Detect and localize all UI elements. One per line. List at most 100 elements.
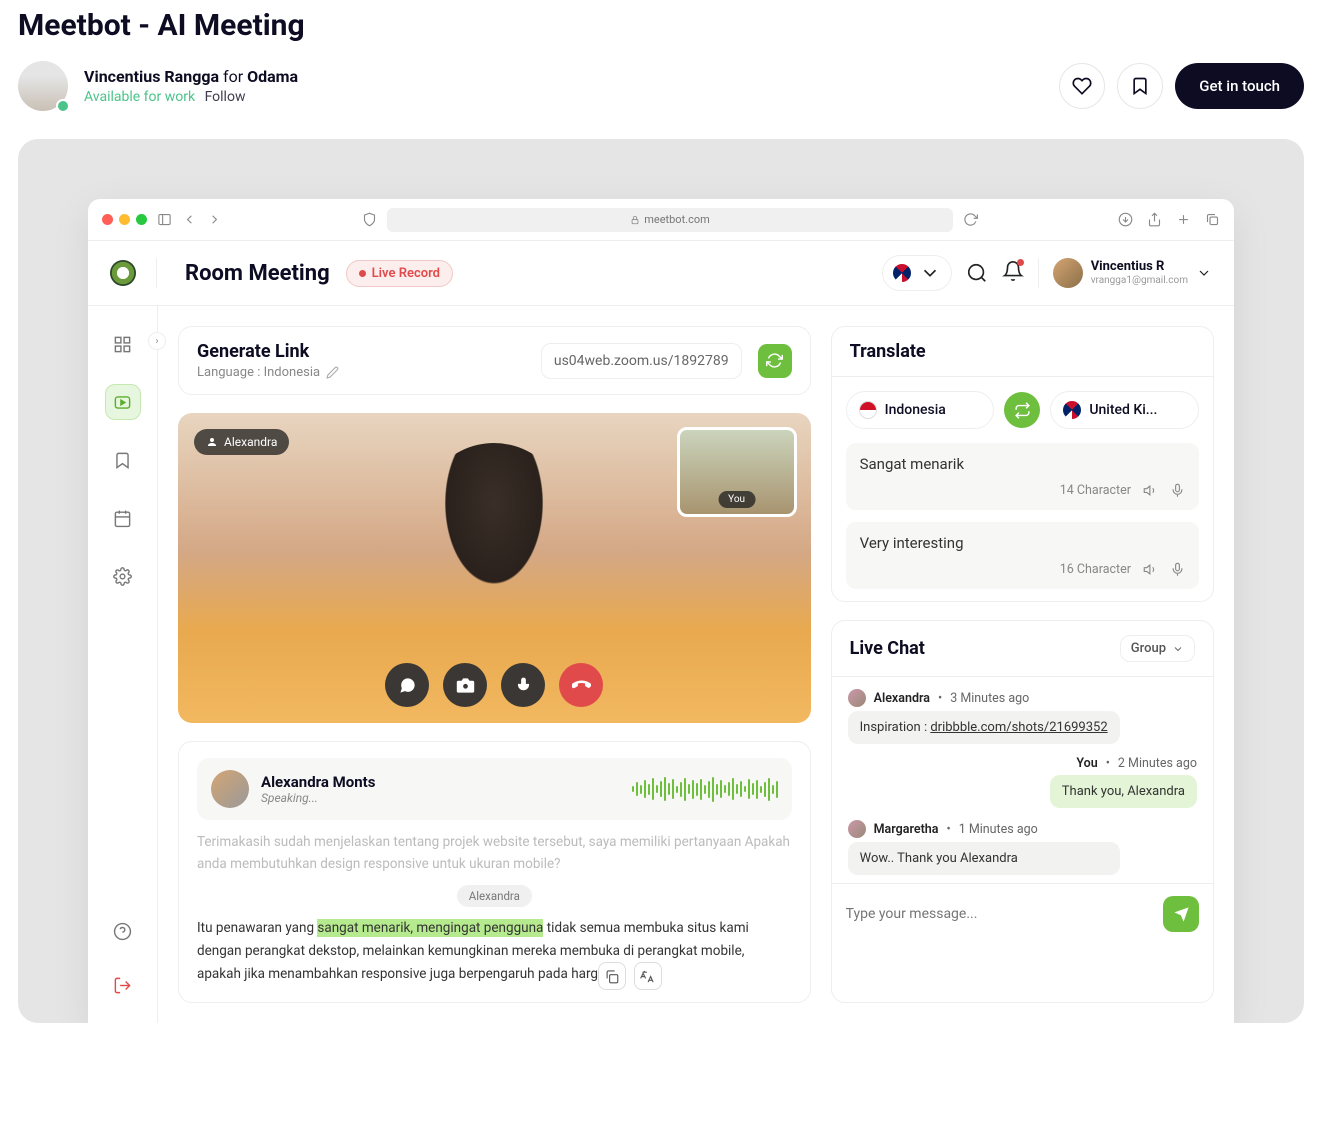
author-row: Vincentius Rangga for Odama Available fo…: [18, 61, 1304, 111]
msg-avatar: [848, 820, 866, 838]
page-title: Meetbot - AI Meeting: [18, 8, 1304, 43]
regenerate-button[interactable]: [758, 344, 792, 378]
nav-calendar[interactable]: [105, 500, 141, 536]
availability-badge[interactable]: Available for work: [84, 89, 195, 105]
heart-icon: [1072, 76, 1092, 96]
nav-forward-icon[interactable]: [207, 212, 222, 227]
download-icon[interactable]: [1118, 212, 1133, 227]
nav-dashboard[interactable]: [105, 326, 141, 362]
follow-link[interactable]: Follow: [205, 89, 246, 105]
swap-languages-button[interactable]: [1004, 392, 1040, 428]
highlight[interactable]: sangat menarik, mengingat pengguna: [317, 919, 543, 937]
traffic-lights[interactable]: [102, 214, 147, 225]
chat-input[interactable]: [846, 906, 1153, 922]
chat-scope-selector[interactable]: Group: [1120, 635, 1195, 662]
msg-avatar: [848, 689, 866, 707]
nav-back-icon[interactable]: [182, 212, 197, 227]
grid-icon: [113, 335, 132, 354]
chat-message-self: You•2 Minutes ago Thank you, Alexandra: [848, 756, 1197, 808]
chevron-down-icon: [1172, 643, 1184, 655]
author-team[interactable]: Odama: [247, 67, 298, 86]
user-menu[interactable]: Vincentius R vrangga1@gmail.com: [1053, 258, 1212, 288]
person-icon: [206, 436, 218, 448]
translate-title: Translate: [832, 327, 1213, 377]
speaker-icon[interactable]: [1143, 483, 1158, 498]
nav-logout[interactable]: [105, 967, 141, 1003]
transcript-current: Itu penawaran yang sangat menarik, mengi…: [197, 917, 792, 986]
translate-button[interactable]: [634, 962, 662, 990]
chevron-down-icon: [1196, 265, 1212, 281]
generate-language: Language : Indonesia: [197, 365, 320, 380]
side-rail: ›: [88, 306, 158, 1023]
copy-button[interactable]: [598, 962, 626, 990]
flag-uk-icon: [1063, 401, 1081, 419]
mic-icon[interactable]: [1170, 483, 1185, 498]
new-tab-icon[interactable]: [1176, 212, 1191, 227]
online-dot: [56, 99, 70, 113]
logout-icon: [113, 976, 132, 995]
chevron-down-icon: [919, 262, 941, 284]
like-button[interactable]: [1059, 63, 1105, 109]
browser-chrome: meetbot.com: [88, 199, 1234, 241]
sync-icon: [766, 352, 783, 369]
play-icon: [113, 393, 132, 412]
mic-control[interactable]: [501, 663, 545, 707]
shield-icon[interactable]: [362, 212, 377, 227]
nav-bookmarks[interactable]: [105, 442, 141, 478]
sidebar-toggle-icon[interactable]: [157, 212, 172, 227]
translate-from[interactable]: Indonesia: [846, 391, 995, 429]
author-name-line: Vincentius Rangga for Odama: [84, 67, 298, 86]
camera-icon: [456, 676, 475, 695]
chat-input-row: [832, 883, 1213, 944]
tabs-icon[interactable]: [1205, 212, 1220, 227]
end-call-control[interactable]: [559, 663, 603, 707]
browser-window: meetbot.com Room Meeting Live Record: [88, 199, 1234, 1023]
mic-icon[interactable]: [1170, 562, 1185, 577]
generated-link[interactable]: us04web.zoom.us/1892789: [541, 343, 742, 379]
speaker-icon[interactable]: [1143, 562, 1158, 577]
chat-icon: [398, 676, 417, 695]
share-icon[interactable]: [1147, 212, 1162, 227]
translate-to[interactable]: United Ki...: [1050, 391, 1199, 429]
gear-icon: [113, 567, 132, 586]
author-name[interactable]: Vincentius Rangga: [84, 67, 219, 86]
camera-control[interactable]: [443, 663, 487, 707]
language-selector[interactable]: [882, 255, 952, 291]
refresh-icon[interactable]: [963, 212, 978, 227]
room-title: Room Meeting: [185, 261, 330, 286]
live-record-badge: Live Record: [346, 260, 453, 287]
author-avatar[interactable]: [18, 61, 68, 111]
edit-icon[interactable]: [326, 366, 339, 379]
chat-message: Alexandra•3 Minutes ago Inspiration : dr…: [848, 689, 1197, 744]
app-logo[interactable]: [110, 260, 136, 286]
calendar-icon: [113, 509, 132, 528]
help-icon: [113, 922, 132, 941]
search-icon[interactable]: [966, 262, 988, 284]
waveform: [632, 774, 778, 804]
app-bar: Room Meeting Live Record Vincentius R: [88, 241, 1234, 306]
copy-icon: [604, 969, 619, 984]
translate-icon: [640, 969, 655, 984]
chat-message: Margaretha•1 Minutes ago Wow.. Thank you…: [848, 820, 1197, 875]
url-bar[interactable]: meetbot.com: [387, 208, 953, 232]
nav-settings[interactable]: [105, 558, 141, 594]
notifications-button[interactable]: [1002, 260, 1024, 286]
chat-link[interactable]: dribbble.com/shots/21699352: [930, 720, 1107, 735]
nav-help[interactable]: [105, 913, 141, 949]
nav-meeting[interactable]: [105, 384, 141, 420]
rail-expand-button[interactable]: ›: [148, 332, 166, 350]
char-count: 16 Character: [1060, 562, 1131, 577]
translate-target: Very interesting 16 Character: [846, 522, 1199, 589]
save-button[interactable]: [1117, 63, 1163, 109]
send-button[interactable]: [1163, 896, 1199, 932]
bookmark-icon: [113, 451, 132, 470]
speaker-status: Speaking...: [261, 791, 375, 805]
user-avatar: [1053, 258, 1083, 288]
get-in-touch-button[interactable]: Get in touch: [1175, 63, 1304, 109]
transcript-speaker-chip: Alexandra: [457, 885, 532, 907]
char-count: 14 Character: [1060, 483, 1131, 498]
speaker-name: Alexandra Monts: [261, 773, 375, 791]
chat-control[interactable]: [385, 663, 429, 707]
self-video[interactable]: You: [677, 427, 797, 517]
transcript-prev: Terimakasih sudah menjelaskan tentang pr…: [197, 832, 792, 875]
